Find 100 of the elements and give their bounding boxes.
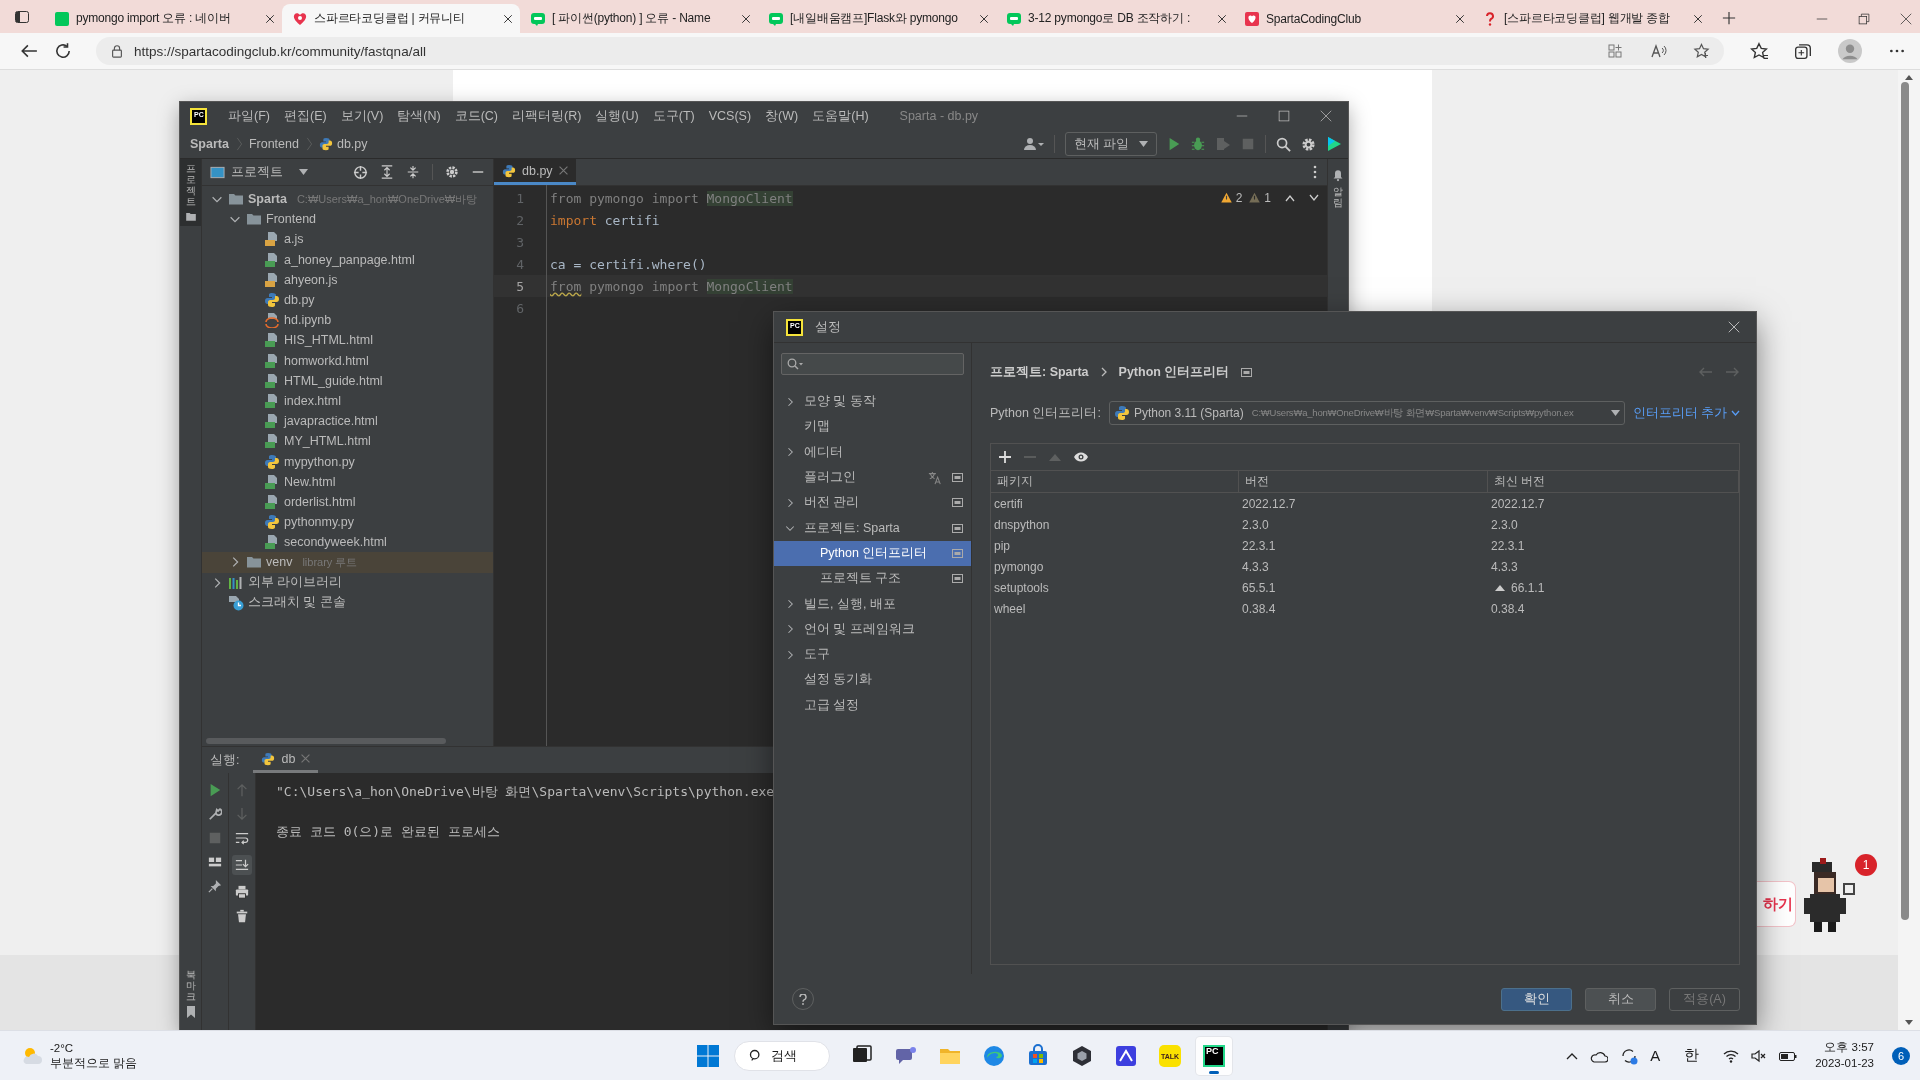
dialog-button[interactable]: 확인: [1501, 987, 1572, 1011]
cta-button[interactable]: 하기: [1757, 882, 1795, 926]
menu-item[interactable]: 도움말(H): [805, 107, 876, 125]
notification-badge[interactable]: 6: [1892, 1046, 1910, 1065]
tree-item[interactable]: 외부 라이브러리: [202, 572, 493, 593]
line-number: 1: [515, 190, 525, 206]
tree-item[interactable]: a.js: [202, 229, 493, 250]
interpreter-dropdown[interactable]: Python 3.11 (Sparta) C:₩Users₩a_hon₩OneDrive₩바탕 화면₩Sparta₩venv₩Scripts₩python.ex: [1108, 401, 1625, 425]
console-output: 종료 코드 0(으)로 완료된 프로세스: [276, 823, 501, 841]
menu-item[interactable]: 탐색(N): [390, 107, 448, 125]
tree-item[interactable]: Sparta C:₩Users₩a_hon₩OneDrive₩바탕: [202, 189, 493, 210]
table-cell-text: 2.3.0: [1241, 516, 1270, 534]
tree-item[interactable]: HIS_HTML.html: [202, 330, 493, 351]
line-number: 5: [515, 278, 525, 294]
settings-nav-item[interactable]: 모양 및 동작: [774, 389, 971, 415]
line-number: 2: [515, 212, 525, 228]
settings-nav-item[interactable]: 플러그인: [774, 464, 971, 491]
tree-item[interactable]: db.py: [202, 289, 493, 311]
browser-tab[interactable]: 3-12 pymongo로 DB 조작하기 :: [996, 4, 1234, 33]
tree-item[interactable]: New.html: [202, 471, 493, 492]
tree-item[interactable]: MY_HTML.html: [202, 431, 493, 452]
table-cell-text: 4.3.3: [1241, 558, 1270, 576]
panel-title[interactable]: 프로젝트: [210, 163, 308, 181]
settings-nav-item[interactable]: 언어 및 프레임워크: [774, 616, 971, 642]
weak-warning-count[interactable]: 1: [1248, 191, 1271, 205]
table-cell: 66.1.1: [1488, 577, 1739, 598]
tree-item[interactable]: secondyweek.html: [202, 532, 493, 553]
tool-window-tab[interactable]: 북마크: [180, 965, 201, 1022]
tree-item[interactable]: HTML_guide.html: [202, 370, 493, 391]
column-header[interactable]: 패키지: [991, 471, 1239, 493]
warning-count[interactable]: 2: [1219, 191, 1243, 205]
tree-item[interactable]: index.html: [202, 390, 493, 412]
breadcrumb-item[interactable]: Frontend: [248, 137, 299, 151]
column-header[interactable]: 최신 버전: [1488, 471, 1739, 493]
menu-item[interactable]: 리팩터링(R): [505, 107, 589, 125]
tree-item[interactable]: ahyeon.js: [202, 269, 493, 290]
menu-item[interactable]: VCS(S): [701, 109, 759, 123]
line-number: 6: [515, 300, 525, 316]
clock[interactable]: 오후 3:57 2023-01-23: [1815, 1040, 1874, 1071]
tree-item[interactable]: mypython.py: [202, 451, 493, 472]
table-cell-text: 2.3.0: [1490, 516, 1519, 534]
settings-nav-item[interactable]: 설정 동기화: [774, 667, 971, 693]
tool-window-tab[interactable]: 알림: [1328, 165, 1348, 212]
table-cell-text: dnspython: [993, 516, 1051, 534]
settings-nav-item[interactable]: 에디터: [774, 439, 971, 465]
code-line: ca = certifi.where(): [549, 256, 707, 272]
menu-item[interactable]: 파일(F): [221, 107, 277, 125]
tool-window-tab[interactable]: 프로젝트: [180, 159, 201, 226]
menu-item[interactable]: 실행(U): [588, 107, 646, 125]
dialog-title: 설정: [815, 318, 841, 336]
language-indicator[interactable]: 한: [1684, 1046, 1700, 1065]
search-button[interactable]: 검색: [734, 1041, 830, 1071]
tree-item[interactable]: 스크래치 및 콘솔: [202, 592, 493, 613]
tree-item[interactable]: Frontend: [202, 209, 493, 230]
settings-nav-item[interactable]: 버전 관리: [774, 490, 971, 516]
breadcrumb-item[interactable]: db.py: [318, 137, 368, 151]
browser-tab[interactable]: [내일배움캠프]Flask와 pymongo: [758, 4, 996, 33]
settings-nav-item[interactable]: 빌드, 실행, 배포: [774, 591, 971, 617]
tree-item[interactable]: pythonmy.py: [202, 512, 493, 533]
notification-badge: 1: [1855, 854, 1877, 876]
breadcrumb-item[interactable]: Sparta: [190, 137, 229, 151]
add-interpreter-link[interactable]: 인터프리터 추가: [1632, 404, 1740, 422]
table-cell-text: 4.3.3: [1490, 558, 1519, 576]
menu-item[interactable]: 보기(V): [333, 107, 391, 125]
tree-item[interactable]: javapractice.html: [202, 411, 493, 432]
code-line: import certifi: [549, 212, 660, 228]
browser-tab[interactable]: SpartaCodingClub: [1234, 4, 1472, 33]
menu-item[interactable]: 편집(E): [276, 107, 334, 125]
table-cell-text: wheel: [993, 600, 1027, 618]
input-mode-indicator[interactable]: A: [1650, 1047, 1661, 1064]
run-tab[interactable]: db: [253, 747, 319, 773]
tree-item[interactable]: orderlist.html: [202, 491, 493, 512]
menu-item[interactable]: 도구(T): [645, 107, 702, 125]
table-cell-text: certifi: [993, 495, 1024, 513]
column-header[interactable]: 버전: [1239, 471, 1488, 493]
browser-tab[interactable]: [ 파이썬(python) ] 오류 - Name: [520, 4, 758, 33]
run-config-dropdown[interactable]: 현재 파일: [1064, 132, 1157, 156]
browser-tab[interactable]: pymongo import 오류 : 네이버: [44, 4, 282, 33]
tree-item[interactable]: homworkd.html: [202, 350, 493, 371]
menu-item[interactable]: 창(W): [758, 107, 806, 125]
tree-item[interactable]: hd.ipynb: [202, 310, 493, 331]
settings-nav-item[interactable]: 프로젝트: Sparta: [774, 515, 971, 541]
menu-item[interactable]: 코드(C): [447, 107, 506, 125]
settings-nav-item[interactable]: Python 인터프리터: [774, 540, 971, 567]
editor-tab[interactable]: db.py: [494, 159, 576, 185]
settings-nav-item[interactable]: 프로젝트 구조: [774, 566, 971, 592]
table-cell-text: 2022.12.7: [1241, 495, 1297, 513]
tree-item[interactable]: a_honey_panpage.html: [202, 249, 493, 270]
line-number: 4: [515, 256, 525, 272]
browser-tab[interactable]: 스파르타코딩클럽 | 커뮤니티: [282, 4, 520, 33]
code-line: from pymongo import MongoClient: [549, 278, 793, 294]
field-label: Python 인터프리터:: [990, 404, 1101, 422]
weather-widget[interactable]: -2°C 부분적으로 맑음: [0, 1040, 138, 1071]
dialog-button[interactable]: 취소: [1585, 987, 1656, 1011]
settings-nav-item[interactable]: 고급 설정: [774, 692, 971, 718]
settings-nav-item[interactable]: 키맵: [774, 414, 971, 440]
taskbar-app[interactable]: PC: [1196, 1037, 1232, 1075]
address-bar[interactable]: https://spartacodingclub.kr/community/fastqna/all: [96, 37, 1724, 65]
settings-nav-item[interactable]: 도구: [774, 641, 971, 668]
browser-tab[interactable]: [스파르타코딩클럽] 웹개발 종합: [1472, 4, 1710, 33]
